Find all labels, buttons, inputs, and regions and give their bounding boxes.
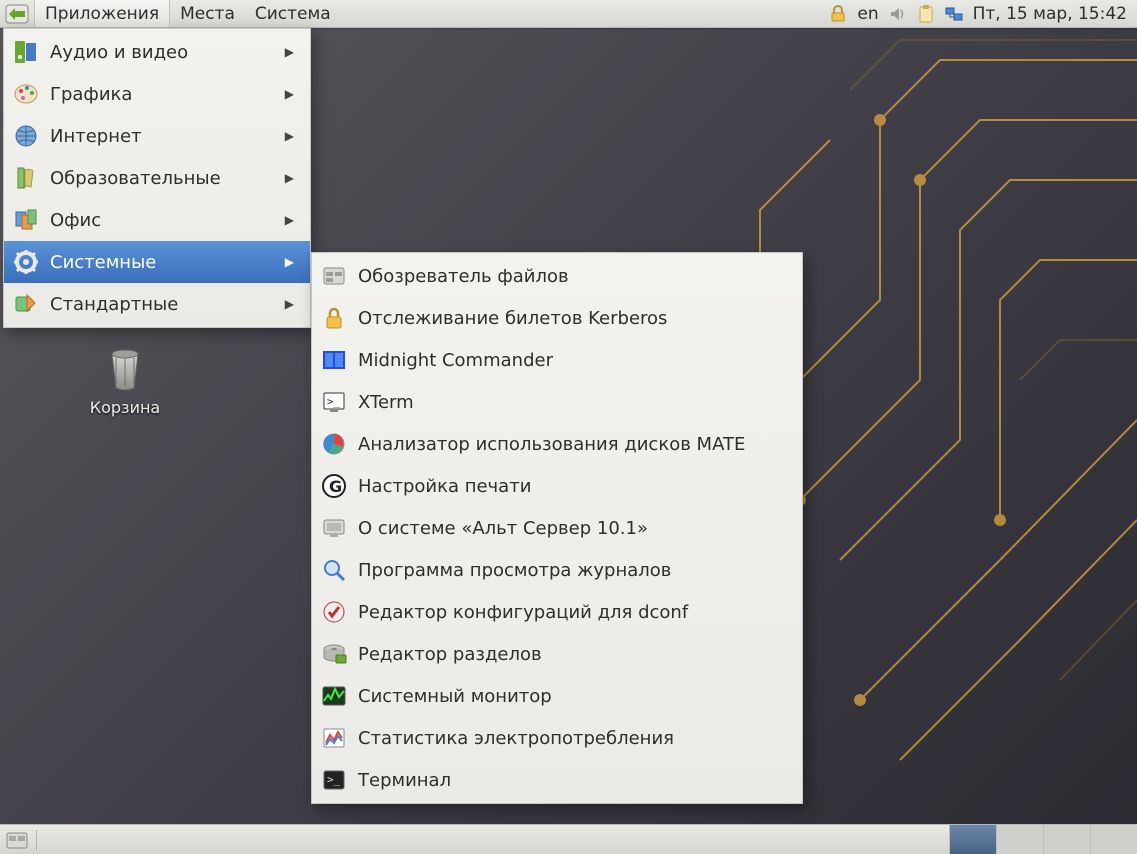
accessories-icon: [12, 290, 40, 318]
keyboard-layout-indicator[interactable]: en: [855, 4, 880, 24]
log-viewer-icon: [320, 556, 348, 584]
submenu-item-disk-analyzer[interactable]: Анализатор использования дисков MATE: [312, 423, 802, 465]
network-icon[interactable]: [943, 3, 965, 25]
applications-menu: Аудио и видео ▶ Графика ▶ Интернет ▶ Обр…: [3, 28, 311, 328]
xterm-icon: >_: [320, 388, 348, 416]
disk-usage-icon: [320, 430, 348, 458]
submenu-item-label: Системный монитор: [358, 686, 778, 707]
menu-item-label: Интернет: [50, 126, 272, 147]
submenu-item-file-browser[interactable]: Обозреватель файлов: [312, 255, 802, 297]
bottom-panel: [0, 824, 1137, 854]
menu-item-label: Стандартные: [50, 294, 272, 315]
submenu-item-label: XTerm: [358, 392, 778, 413]
submenu-item-label: Статистика электропотребления: [358, 728, 778, 749]
svg-text:>_: >_: [327, 773, 341, 786]
submenu-item-label: Программа просмотра журналов: [358, 560, 778, 581]
svg-text:>_: >_: [327, 395, 341, 408]
workspace-4[interactable]: [1090, 825, 1137, 854]
chevron-right-icon: ▶: [282, 129, 294, 143]
chevron-right-icon: ▶: [282, 171, 294, 185]
chevron-right-icon: ▶: [282, 213, 294, 227]
chevron-right-icon: ▶: [282, 255, 294, 269]
submenu-item-label: Обозреватель файлов: [358, 266, 778, 287]
clock[interactable]: Пт, 15 мар, 15:42: [971, 4, 1129, 24]
submenu-item-label: Редактор конфигураций для dconf: [358, 602, 778, 623]
terminal-icon: >_: [320, 766, 348, 794]
about-system-icon: [320, 514, 348, 542]
menu-item-label: Офис: [50, 210, 272, 231]
submenu-item-xterm[interactable]: >_ XTerm: [312, 381, 802, 423]
menu-item-education[interactable]: Образовательные ▶: [4, 157, 310, 199]
submenu-item-label: Midnight Commander: [358, 350, 778, 371]
submenu-item-label: Настройка печати: [358, 476, 778, 497]
svg-text:G: G: [329, 477, 342, 496]
lock-indicator-icon[interactable]: [827, 3, 849, 25]
menu-item-accessories[interactable]: Стандартные ▶: [4, 283, 310, 325]
desktop-trash[interactable]: Корзина: [75, 340, 175, 417]
submenu-item-log-viewer[interactable]: Программа просмотра журналов: [312, 549, 802, 591]
menu-item-label: Аудио и видео: [50, 42, 272, 63]
menu-applications[interactable]: Приложения: [34, 0, 170, 27]
menu-item-graphics[interactable]: Графика ▶: [4, 73, 310, 115]
file-manager-icon: [320, 262, 348, 290]
volume-icon[interactable]: [887, 3, 909, 25]
print-settings-icon: G: [320, 472, 348, 500]
menu-item-office[interactable]: Офис ▶: [4, 199, 310, 241]
workspace-2[interactable]: [996, 825, 1043, 854]
submenu-item-label: Терминал: [358, 770, 778, 791]
dconf-icon: [320, 598, 348, 626]
menu-item-audio-video[interactable]: Аудио и видео ▶: [4, 31, 310, 73]
menu-system[interactable]: Система: [245, 0, 341, 27]
submenu-item-label: Редактор разделов: [358, 644, 778, 665]
workspace-switcher: [949, 825, 1137, 854]
disk-parted-icon: [320, 640, 348, 668]
chevron-right-icon: ▶: [282, 297, 294, 311]
menu-item-label: Системные: [50, 252, 272, 273]
chevron-right-icon: ▶: [282, 87, 294, 101]
education-icon: [12, 164, 40, 192]
system-gear-icon: [12, 248, 40, 276]
show-desktop-icon[interactable]: [6, 829, 28, 851]
submenu-item-power-stats[interactable]: Статистика электропотребления: [312, 717, 802, 759]
graphics-icon: [12, 80, 40, 108]
submenu-item-about-system[interactable]: О системе «Альт Сервер 10.1»: [312, 507, 802, 549]
mc-icon: [320, 346, 348, 374]
clipboard-icon[interactable]: [915, 3, 937, 25]
desktop-trash-label: Корзина: [75, 398, 175, 417]
audio-video-icon: [12, 38, 40, 66]
panel-left-group: Приложения Места Система: [0, 0, 341, 27]
submenu-item-system-monitor[interactable]: Системный монитор: [312, 675, 802, 717]
menu-item-label: Графика: [50, 84, 272, 105]
system-monitor-icon: [320, 682, 348, 710]
office-icon: [12, 206, 40, 234]
menu-item-system-tools[interactable]: Системные ▶: [4, 241, 310, 283]
submenu-item-label: О системе «Альт Сервер 10.1»: [358, 518, 778, 539]
internet-icon: [12, 122, 40, 150]
system-tools-submenu: Обозреватель файлов Отслеживание билетов…: [311, 252, 803, 804]
submenu-item-label: Анализатор использования дисков MATE: [358, 434, 778, 455]
power-stats-icon: [320, 724, 348, 752]
bottom-panel-left: [0, 829, 39, 851]
submenu-item-mc[interactable]: Midnight Commander: [312, 339, 802, 381]
workspace-1[interactable]: [949, 825, 996, 854]
submenu-item-terminal[interactable]: >_ Терминал: [312, 759, 802, 801]
menu-places[interactable]: Места: [170, 0, 245, 27]
submenu-item-print-settings[interactable]: G Настройка печати: [312, 465, 802, 507]
workspace-3[interactable]: [1043, 825, 1090, 854]
submenu-item-dconf[interactable]: Редактор конфигураций для dconf: [312, 591, 802, 633]
trash-icon: [98, 340, 152, 394]
menu-item-internet[interactable]: Интернет ▶: [4, 115, 310, 157]
submenu-item-label: Отслеживание билетов Kerberos: [358, 308, 778, 329]
top-panel: Приложения Места Система en Пт, 15 мар, …: [0, 0, 1137, 28]
chevron-right-icon: ▶: [282, 45, 294, 59]
submenu-item-partition-editor[interactable]: Редактор разделов: [312, 633, 802, 675]
submenu-item-kerberos[interactable]: Отслеживание билетов Kerberos: [312, 297, 802, 339]
distro-logo-icon[interactable]: [4, 3, 30, 25]
panel-separator: [36, 830, 37, 850]
lock-icon: [320, 304, 348, 332]
menu-item-label: Образовательные: [50, 168, 272, 189]
panel-tray: en Пт, 15 мар, 15:42: [827, 0, 1137, 27]
